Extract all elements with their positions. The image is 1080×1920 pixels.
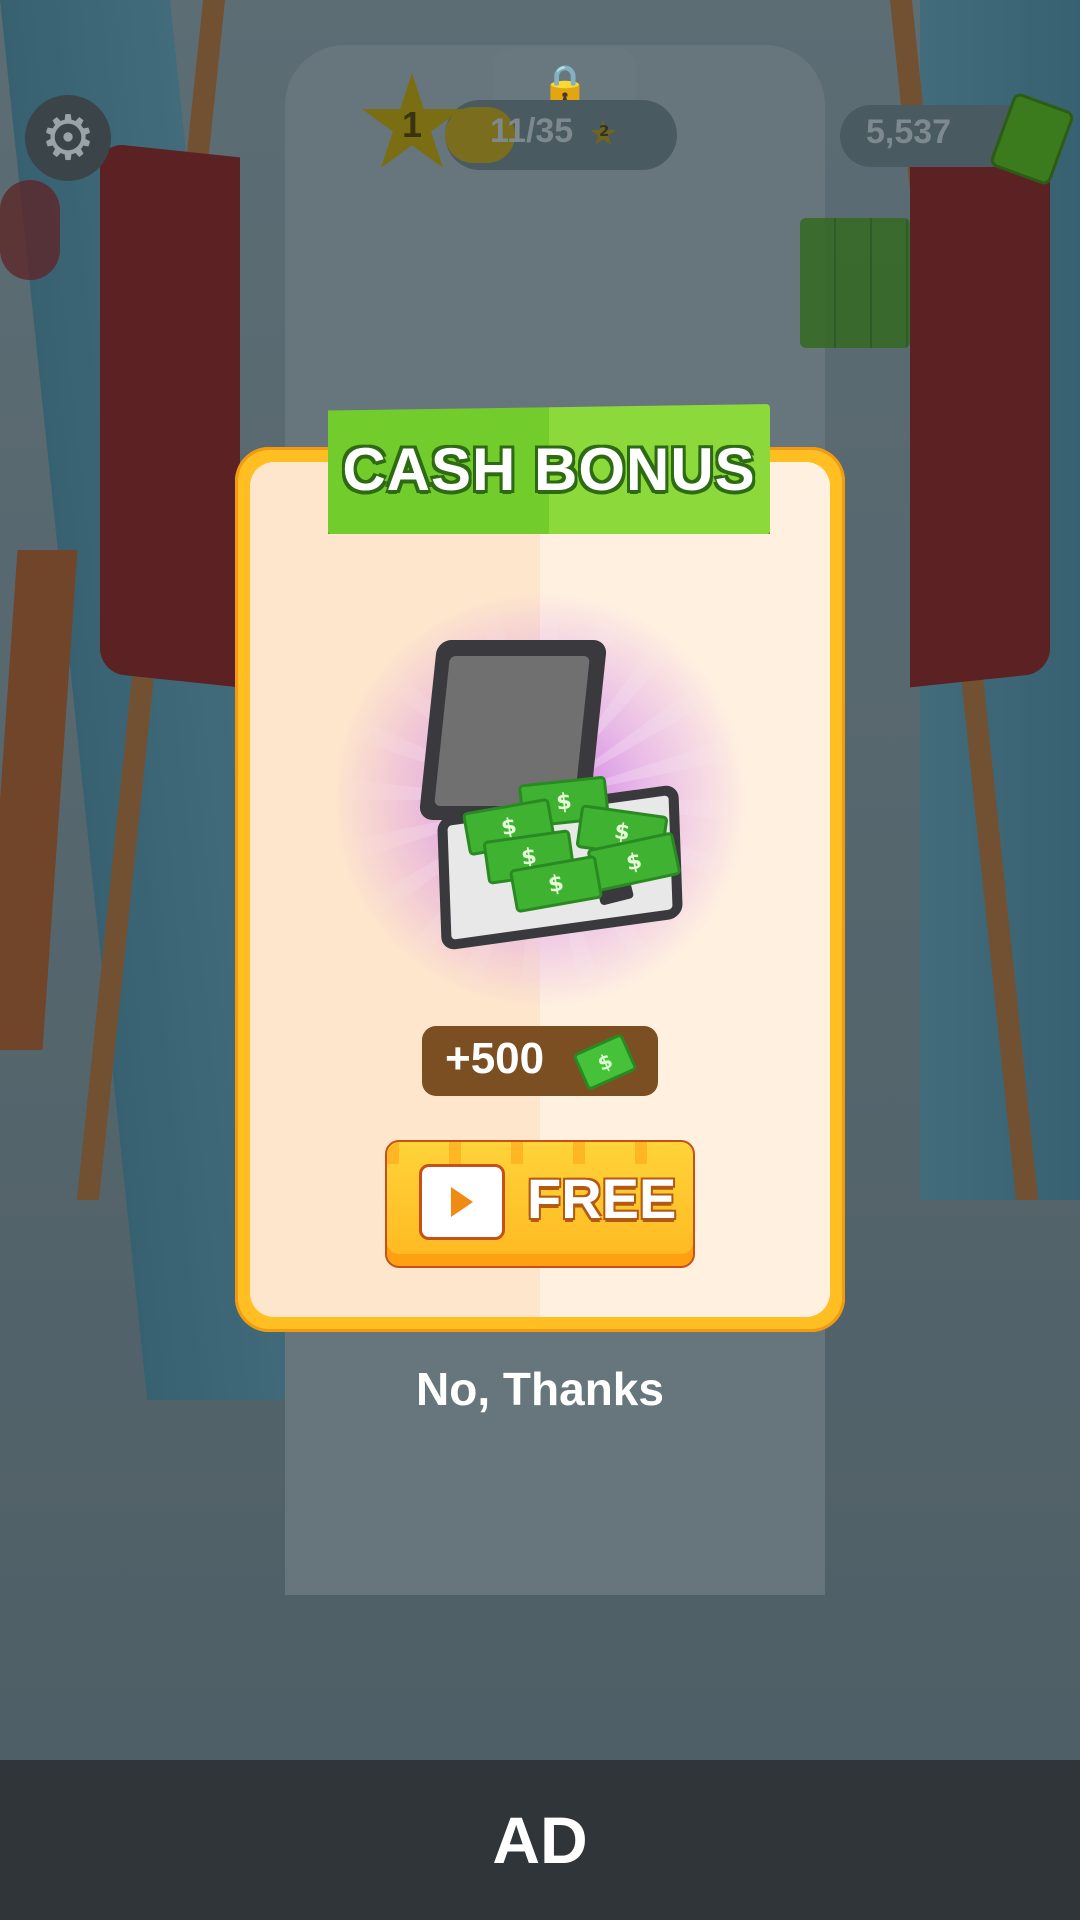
button-stripes <box>387 1142 693 1164</box>
level-progress-text: 11/35 <box>490 112 574 150</box>
level-number: 1 <box>401 104 423 145</box>
play-icon <box>419 1164 505 1240</box>
dialog-title: CASH BONUS <box>342 435 756 503</box>
gear-icon[interactable]: ⚙ <box>25 95 111 181</box>
no-thanks-button[interactable]: No, Thanks <box>0 1362 1080 1416</box>
dialog-title-banner: CASH BONUS <box>328 404 770 534</box>
cash-value: 5,537 <box>866 113 952 151</box>
ad-label: AD <box>492 1803 588 1877</box>
ad-banner[interactable]: AD <box>0 1760 1080 1920</box>
mini-star-number: 2 <box>599 122 610 140</box>
star-icon: ★ 2 <box>588 114 619 154</box>
free-button-label: FREE <box>527 1167 677 1230</box>
free-ad-button[interactable]: FREE <box>385 1140 695 1268</box>
reward-amount: +500 <box>445 1034 545 1083</box>
